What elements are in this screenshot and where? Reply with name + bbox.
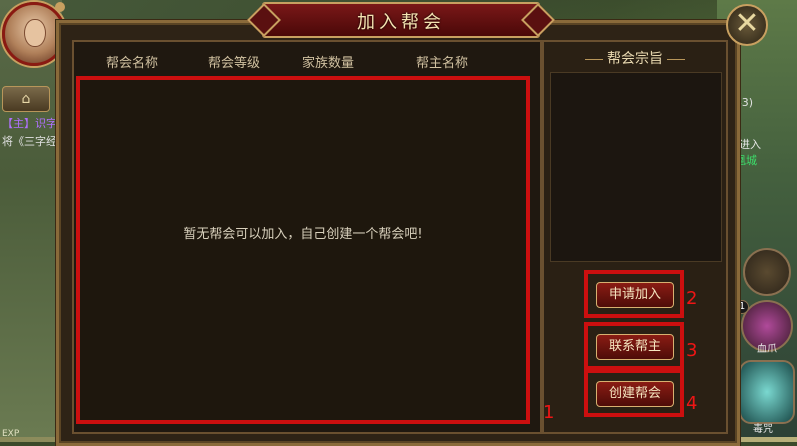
guild-purpose-title-text: 帮会宗旨: [607, 51, 663, 67]
highlight-apply: 申请加入: [584, 270, 684, 318]
annotation-label-3: 3: [686, 340, 698, 361]
column-header-guild-level: 帮会等级: [208, 56, 261, 71]
chat-line: 【主】识字: [2, 117, 57, 130]
guild-list[interactable]: 暂无帮会可以加入，自己创建一个帮会吧!: [76, 76, 530, 424]
highlight-contact: 联系帮主: [584, 322, 684, 370]
skill-label: 血爪: [757, 344, 777, 355]
guild-purpose-text-box: [550, 72, 722, 262]
dialog-title: 加入帮会: [357, 12, 445, 33]
column-header-family-count: 家族数量: [302, 56, 355, 71]
avatar-face: [24, 19, 46, 47]
side-menu-button[interactable]: ⌂: [2, 86, 50, 112]
create-guild-button[interactable]: 创建帮会: [596, 381, 674, 407]
annotation-label-2: 2: [686, 288, 698, 309]
skill-slot-1[interactable]: [743, 248, 791, 296]
apply-join-button[interactable]: 申请加入: [596, 282, 674, 308]
chat-line: 将《三字经: [2, 135, 57, 148]
column-header-leader-name: 帮主名称: [416, 56, 469, 71]
empty-list-message: 暂无帮会可以加入，自己创建一个帮会吧!: [183, 227, 423, 242]
annotation-label-1: 1: [543, 402, 555, 423]
contact-leader-button[interactable]: 联系帮主: [596, 334, 674, 360]
exp-label: EXP: [2, 429, 20, 439]
close-button[interactable]: ✕: [726, 4, 768, 46]
highlight-create: 创建帮会: [584, 369, 684, 417]
avatar-ring-ornament: [55, 2, 65, 12]
skill-label: 毒咒: [753, 424, 773, 435]
world-left-strip: [0, 0, 62, 442]
annotation-label-4: 4: [686, 393, 698, 414]
guild-purpose-title: 帮会宗旨: [542, 48, 728, 68]
skill-slot-poison[interactable]: [739, 360, 795, 424]
dialog-title-plate: 加入帮会: [262, 2, 540, 38]
column-header-guild-name: 帮会名称: [106, 56, 159, 71]
